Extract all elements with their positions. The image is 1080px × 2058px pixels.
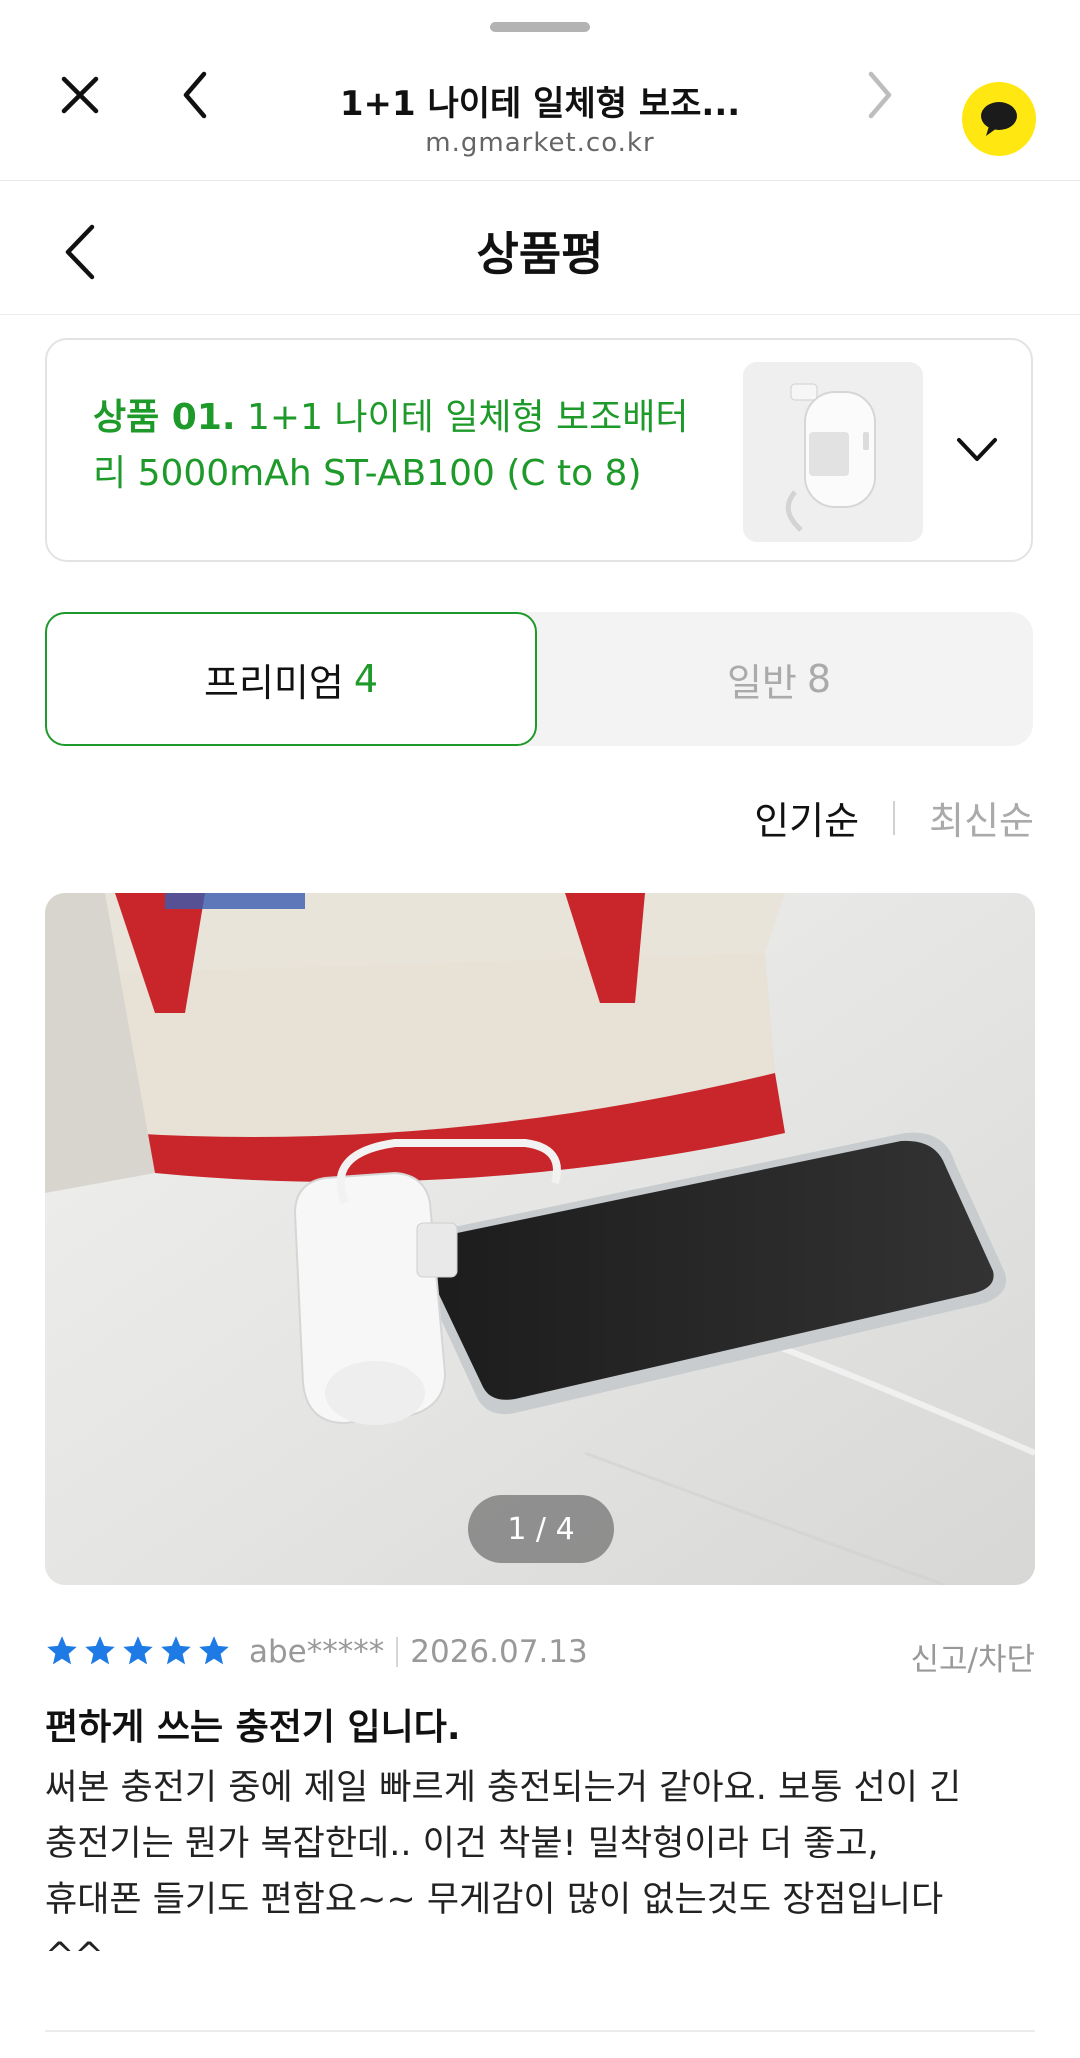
browser-page-title: 1+1 나이테 일체형 보조... <box>339 84 741 124</box>
chevron-left-icon <box>183 71 207 119</box>
meta-divider <box>396 1637 399 1667</box>
sort-popular[interactable]: 인기순 <box>754 790 859 845</box>
tab-general-count: 8 <box>806 657 832 701</box>
page-title: 상품평 <box>476 227 604 281</box>
speech-bubble-icon <box>981 102 1017 136</box>
star-icon <box>85 1636 115 1665</box>
star-rating <box>45 1634 231 1668</box>
reviewer-info: abe***** 2026.07.13 <box>249 1634 588 1670</box>
page-header: 상품평 <box>0 182 1080 315</box>
report-block-link[interactable]: 신고/차단 <box>910 1634 1035 1679</box>
image-page-counter: 1 / 4 <box>468 1495 614 1563</box>
sort-latest[interactable]: 최신순 <box>929 790 1034 845</box>
review-title: 편하게 쓰는 충전기 입니다. <box>45 1707 461 1748</box>
tab-premium-count: 4 <box>353 657 379 701</box>
browser-url: m.gmarket.co.kr <box>425 128 655 158</box>
review-date: 2026.07.13 <box>410 1634 588 1670</box>
review-meta-row: abe***** 2026.07.13 신고/차단 <box>45 1630 1035 1680</box>
sheet-grabber-handle[interactable] <box>490 22 590 32</box>
review-body: 써본 충전기 중에 제일 빠르게 충전되는거 같아요. 보통 선이 긴 충전기는… <box>45 1768 962 1976</box>
chevron-down-icon <box>957 438 997 461</box>
sort-divider <box>893 800 896 835</box>
product-selector-card[interactable]: 상품 01. 1+1 나이테 일체형 보조배터리 5000mAh ST-AB10… <box>45 338 1033 562</box>
close-icon <box>61 76 99 114</box>
bottom-sheet: 1+1 나이테 일체형 보조... m.gmarket.co.kr 상품평 상품… <box>0 0 1080 2058</box>
review-divider <box>45 2030 1035 2032</box>
product-thumbnail <box>743 362 923 542</box>
tab-general-label: 일반 <box>726 660 797 705</box>
review-photo[interactable] <box>45 893 1035 1585</box>
browser-back-button[interactable] <box>155 55 235 135</box>
kakaotalk-share-button[interactable] <box>962 82 1036 156</box>
review-type-tabs: 일반 8 프리미엄 4 <box>45 612 1033 746</box>
star-icon <box>161 1636 191 1665</box>
tab-general[interactable]: 일반 8 <box>525 612 1033 746</box>
product-number: 상품 01. <box>93 397 236 438</box>
tab-premium[interactable]: 프리미엄 4 <box>45 612 537 746</box>
reviewer-id: abe***** <box>249 1634 385 1670</box>
chevron-right-icon <box>868 71 892 119</box>
review-photo-illustration <box>45 893 1035 1585</box>
browser-forward-button[interactable] <box>840 55 920 135</box>
star-icon <box>47 1636 77 1665</box>
sort-options: 인기순 최신순 <box>754 790 1034 845</box>
power-bank-image <box>743 362 923 542</box>
star-icon <box>199 1636 229 1665</box>
star-icon <box>123 1636 153 1665</box>
product-dropdown-button[interactable] <box>947 420 1007 480</box>
close-button[interactable] <box>40 55 120 135</box>
tab-premium-label: 프리미엄 <box>203 660 344 705</box>
product-name: 상품 01. 1+1 나이테 일체형 보조배터리 5000mAh ST-AB10… <box>93 390 713 502</box>
